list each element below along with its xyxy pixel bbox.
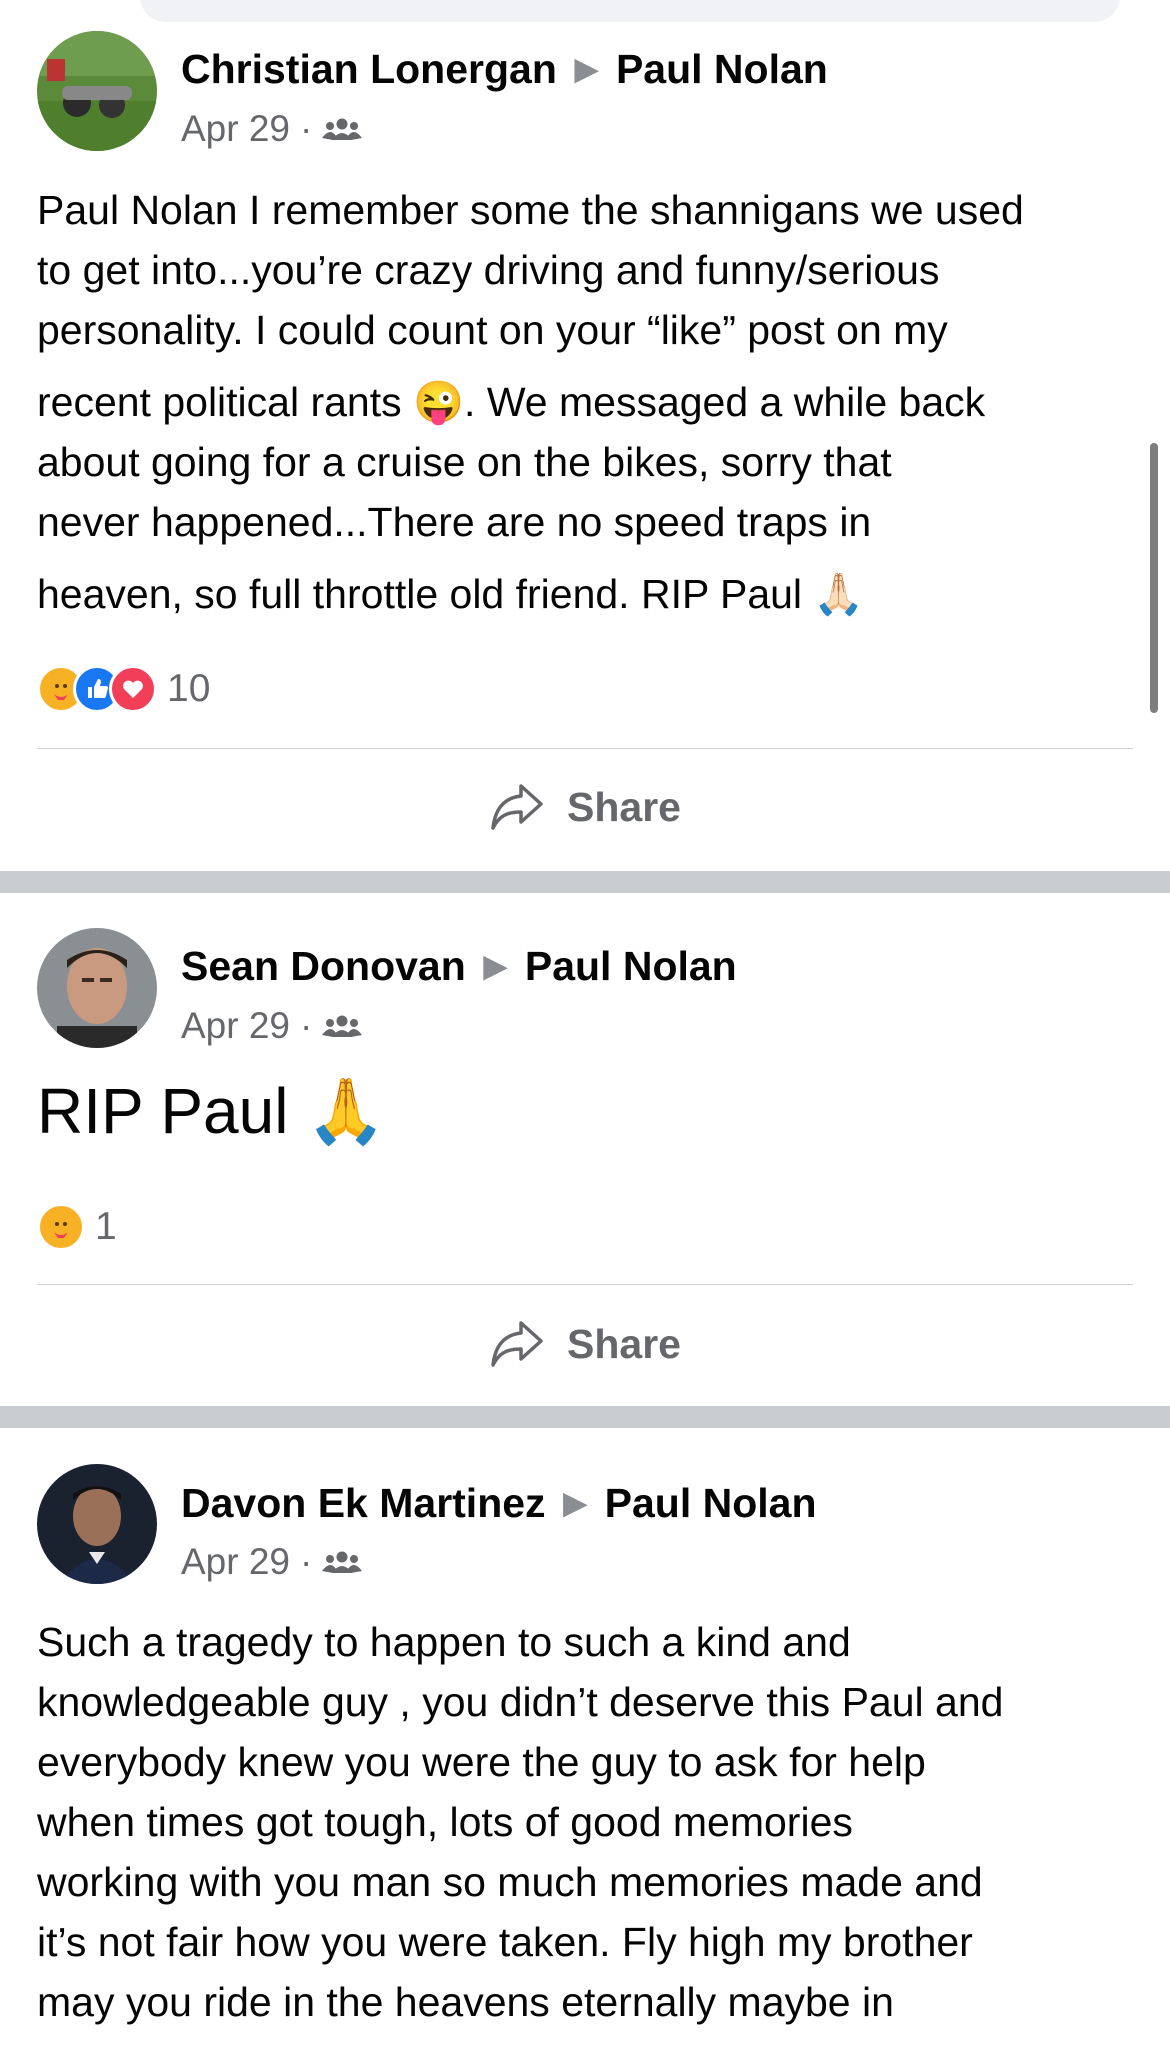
post-text: Paul Nolan I remember some the shannigan… xyxy=(37,180,1137,624)
post-text-line: to get into...you’re crazy driving and f… xyxy=(37,247,940,293)
share-button[interactable]: Share xyxy=(0,772,1170,842)
target-name[interactable]: Paul Nolan xyxy=(605,1480,817,1526)
post-text: Such a tragedy to happen to such a kind … xyxy=(37,1612,1137,2032)
reaction-count: 10 xyxy=(167,667,211,710)
post-meta: Apr 29 · xyxy=(181,1005,363,1047)
reaction-summary[interactable]: 1 xyxy=(37,1203,117,1251)
avatar-image xyxy=(37,928,157,1048)
post: Christian Lonergan ▶ Paul Nolan Apr 29 · Pa… xyxy=(0,31,1170,871)
search-field[interactable] xyxy=(140,0,1120,22)
friends-icon xyxy=(322,1551,363,1573)
target-name[interactable]: Paul Nolan xyxy=(525,943,737,989)
friends-icon xyxy=(322,118,363,140)
post-text-line: when times got tough, lots of good memor… xyxy=(37,1799,853,1845)
post-text-line: about going for a cruise on the bikes, s… xyxy=(37,439,892,485)
share-icon xyxy=(491,784,543,830)
post-date[interactable]: Apr 29 xyxy=(181,108,290,150)
post-text-line: Paul Nolan I remember some the shannigan… xyxy=(37,187,1024,233)
friends-icon xyxy=(322,1015,363,1037)
avatar[interactable] xyxy=(37,1464,157,1584)
post-text-line: personality. I could count on your “like… xyxy=(37,307,948,353)
post-header: Davon Ek Martinez ▶ Paul Nolan xyxy=(181,1480,817,1527)
author-name[interactable]: Sean Donovan xyxy=(181,943,466,989)
post: Sean Donovan ▶ Paul Nolan Apr 29 · RIP Paul… xyxy=(0,893,1170,1406)
post-text-line: Such a tragedy to happen to such a kind … xyxy=(37,1619,851,1665)
post-text-line: heaven, so full throttle old friend. RIP… xyxy=(37,571,865,617)
post-separator xyxy=(0,1406,1170,1428)
post-text-line: everybody knew you were the guy to ask f… xyxy=(37,1739,926,1785)
post-date[interactable]: Apr 29 xyxy=(181,1005,290,1047)
author-name[interactable]: Christian Lonergan xyxy=(181,46,557,92)
target-name[interactable]: Paul Nolan xyxy=(616,46,828,92)
post-text-line: may you ride in the heavens eternally ma… xyxy=(37,1979,894,2025)
share-label: Share xyxy=(567,783,681,830)
avatar-image xyxy=(37,31,157,151)
post-text-line: recent political rants 😜. We messaged a … xyxy=(37,379,986,425)
avatar[interactable] xyxy=(37,928,157,1048)
divider xyxy=(37,748,1133,749)
post-text: RIP Paul 🙏 xyxy=(37,1075,386,1147)
post-separator xyxy=(0,871,1170,893)
post-meta: Apr 29 · xyxy=(181,108,363,150)
divider xyxy=(37,1284,1133,1285)
arrow-right-icon: ▶ xyxy=(574,53,598,86)
share-label: Share xyxy=(567,1320,681,1367)
arrow-right-icon: ▶ xyxy=(483,950,507,983)
reaction-summary[interactable]: 10 xyxy=(37,665,210,713)
post-header: Christian Lonergan ▶ Paul Nolan xyxy=(181,46,828,93)
care-reaction-icon xyxy=(37,1203,85,1251)
share-button[interactable]: Share xyxy=(0,1309,1170,1379)
author-name[interactable]: Davon Ek Martinez xyxy=(181,1480,546,1526)
love-reaction-icon xyxy=(109,665,157,713)
post-text-line: it’s not fair how you were taken. Fly hi… xyxy=(37,1919,973,1965)
post-meta: Apr 29 · xyxy=(181,1541,363,1583)
post-text-line: never happened...There are no speed trap… xyxy=(37,499,872,545)
post-date[interactable]: Apr 29 xyxy=(181,1541,290,1583)
arrow-right-icon: ▶ xyxy=(563,1487,587,1520)
post-text-line: working with you man so much memories ma… xyxy=(37,1859,983,1905)
avatar-image xyxy=(37,1464,157,1584)
avatar[interactable] xyxy=(37,31,157,151)
share-icon xyxy=(491,1321,543,1367)
scrollbar[interactable] xyxy=(1150,443,1158,713)
post-text-line: knowledgeable guy , you didn’t deserve t… xyxy=(37,1679,1004,1725)
top-bar xyxy=(0,0,1170,47)
reaction-count: 1 xyxy=(95,1205,117,1248)
post: Davon Ek Martinez ▶ Paul Nolan Apr 29 · Suc… xyxy=(0,1428,1170,2047)
post-header: Sean Donovan ▶ Paul Nolan xyxy=(181,943,737,990)
